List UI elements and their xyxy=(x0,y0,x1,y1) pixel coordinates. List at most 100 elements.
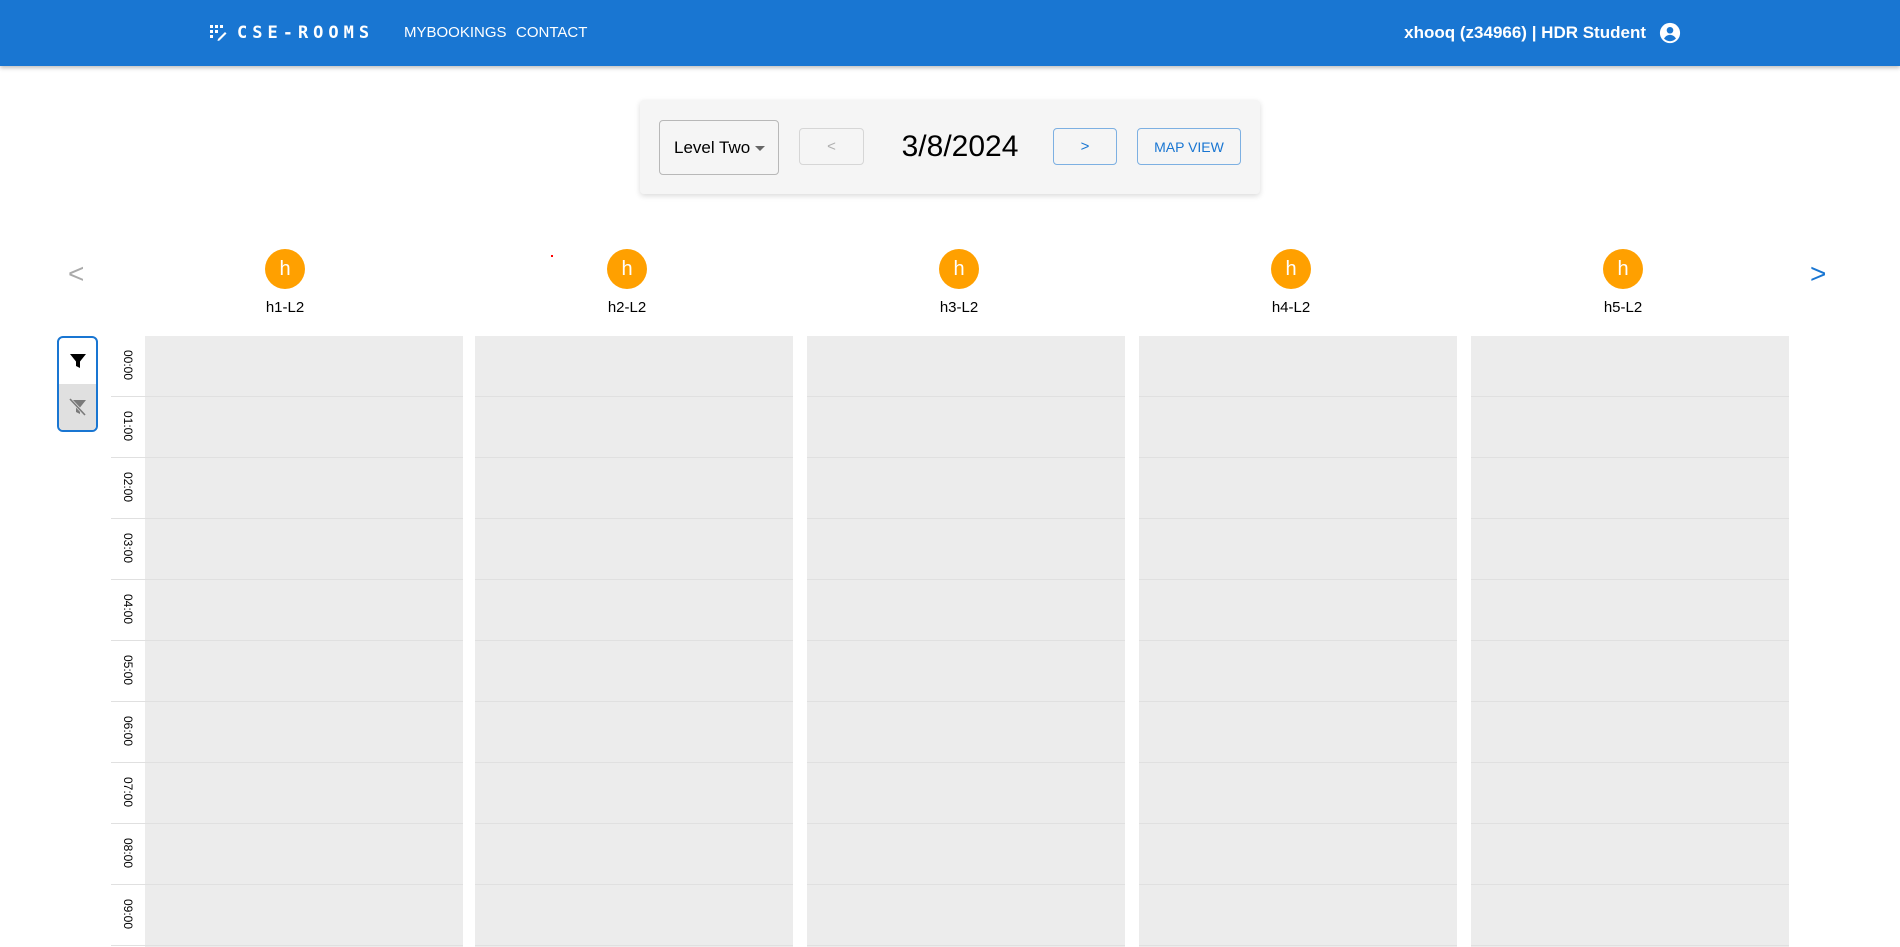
time-slot[interactable] xyxy=(475,702,793,763)
current-date: 3/8/2024 xyxy=(901,130,1019,163)
time-cell: 08:00 xyxy=(111,824,145,885)
prev-date-button[interactable]: < xyxy=(799,128,864,165)
time-slot[interactable] xyxy=(807,397,1125,458)
rooms-next-button[interactable]: > xyxy=(1810,258,1826,290)
time-slot[interactable] xyxy=(145,580,463,641)
filter-button[interactable] xyxy=(59,338,96,384)
user-menu[interactable]: xhooq (z34966) | HDR Student xyxy=(1404,21,1681,45)
room-header-h1[interactable]: h h1-L2 xyxy=(225,249,345,316)
time-slot[interactable] xyxy=(475,458,793,519)
time-slot[interactable] xyxy=(1139,824,1457,885)
time-label: 09:00 xyxy=(121,899,135,930)
time-slot[interactable] xyxy=(1139,458,1457,519)
time-label: 00:00 xyxy=(121,350,135,381)
time-cell: 01:00 xyxy=(111,397,145,458)
room-name: h1-L2 xyxy=(265,299,305,316)
time-slot[interactable] xyxy=(807,519,1125,580)
rooms-prev-button[interactable]: < xyxy=(68,258,84,290)
grid-calendar-icon xyxy=(210,25,227,41)
time-slot[interactable] xyxy=(807,580,1125,641)
nav-contact[interactable]: CONTACT xyxy=(516,24,587,41)
time-slot[interactable] xyxy=(807,885,1125,946)
next-date-button[interactable]: > xyxy=(1053,128,1117,165)
room-header-h3[interactable]: h h3-L2 xyxy=(899,249,1019,316)
room-avatar: h xyxy=(1603,249,1643,289)
time-label: 07:00 xyxy=(121,777,135,808)
time-slot[interactable] xyxy=(475,763,793,824)
time-slot[interactable] xyxy=(1139,336,1457,397)
room-column-h1 xyxy=(145,336,463,947)
filter-panel xyxy=(57,336,98,432)
time-label: 05:00 xyxy=(121,655,135,686)
time-slot[interactable] xyxy=(1139,519,1457,580)
room-name: h4-L2 xyxy=(1271,299,1311,316)
time-slot[interactable] xyxy=(1139,763,1457,824)
time-slot[interactable] xyxy=(145,885,463,946)
time-slot[interactable] xyxy=(475,397,793,458)
time-slot[interactable] xyxy=(807,702,1125,763)
room-column-h3 xyxy=(807,336,1125,947)
brand[interactable]: CSE-ROOMS xyxy=(209,21,374,45)
filter-icon xyxy=(69,354,86,368)
time-slot[interactable] xyxy=(807,641,1125,702)
brand-title: CSE-ROOMS xyxy=(237,23,375,43)
time-slot[interactable] xyxy=(145,519,463,580)
time-slot[interactable] xyxy=(1139,885,1457,946)
time-slot[interactable] xyxy=(475,580,793,641)
time-slot[interactable] xyxy=(1471,885,1789,946)
time-slot[interactable] xyxy=(475,824,793,885)
time-cell: 07:00 xyxy=(111,763,145,824)
time-slot[interactable] xyxy=(145,397,463,458)
time-slot[interactable] xyxy=(1471,397,1789,458)
time-slot[interactable] xyxy=(1471,763,1789,824)
time-slot[interactable] xyxy=(1471,336,1789,397)
time-slot[interactable] xyxy=(475,641,793,702)
time-slot[interactable] xyxy=(1471,458,1789,519)
room-header-h2[interactable]: h h2-L2 xyxy=(567,249,687,316)
time-label: 03:00 xyxy=(121,533,135,564)
nav-mybookings[interactable]: MYBOOKINGS xyxy=(404,24,507,41)
room-header-h5[interactable]: h h5-L2 xyxy=(1563,249,1683,316)
time-slot[interactable] xyxy=(475,519,793,580)
time-slot[interactable] xyxy=(145,458,463,519)
time-label: 02:00 xyxy=(121,472,135,503)
time-slot[interactable] xyxy=(1139,641,1457,702)
user-label: xhooq (z34966) | HDR Student xyxy=(1404,23,1646,42)
level-select[interactable]: Level Two xyxy=(659,120,779,175)
time-slot[interactable] xyxy=(145,702,463,763)
clear-filter-button[interactable] xyxy=(59,384,96,430)
time-slot[interactable] xyxy=(1471,519,1789,580)
time-label: 01:00 xyxy=(121,411,135,442)
app-bar: CSE-ROOMS MYBOOKINGS CONTACT xhooq (z349… xyxy=(0,0,1900,66)
time-slot[interactable] xyxy=(807,763,1125,824)
time-slot[interactable] xyxy=(145,824,463,885)
room-avatar: h xyxy=(607,249,647,289)
time-slot[interactable] xyxy=(1139,397,1457,458)
time-slot[interactable] xyxy=(807,824,1125,885)
time-slot[interactable] xyxy=(807,336,1125,397)
time-cell: 04:00 xyxy=(111,580,145,641)
map-view-button[interactable]: MAP VIEW xyxy=(1137,128,1241,165)
time-label: 06:00 xyxy=(121,716,135,747)
time-cell: 05:00 xyxy=(111,641,145,702)
time-slot[interactable] xyxy=(1471,824,1789,885)
room-column-h5 xyxy=(1471,336,1789,947)
time-slot[interactable] xyxy=(1471,702,1789,763)
account-circle-icon[interactable] xyxy=(1659,22,1681,44)
time-slot[interactable] xyxy=(145,336,463,397)
room-avatar: h xyxy=(939,249,979,289)
time-slot[interactable] xyxy=(475,885,793,946)
time-slot[interactable] xyxy=(475,336,793,397)
time-slot[interactable] xyxy=(1139,702,1457,763)
time-slot[interactable] xyxy=(807,458,1125,519)
time-label: 08:00 xyxy=(121,838,135,869)
room-header-h4[interactable]: h h4-L2 xyxy=(1231,249,1351,316)
filter-off-icon xyxy=(68,397,86,417)
time-slot[interactable] xyxy=(145,763,463,824)
time-slot[interactable] xyxy=(1471,641,1789,702)
room-name: h3-L2 xyxy=(939,299,979,316)
time-slot[interactable] xyxy=(1471,580,1789,641)
time-slot[interactable] xyxy=(145,641,463,702)
time-slot[interactable] xyxy=(1139,580,1457,641)
room-avatar: h xyxy=(265,249,305,289)
